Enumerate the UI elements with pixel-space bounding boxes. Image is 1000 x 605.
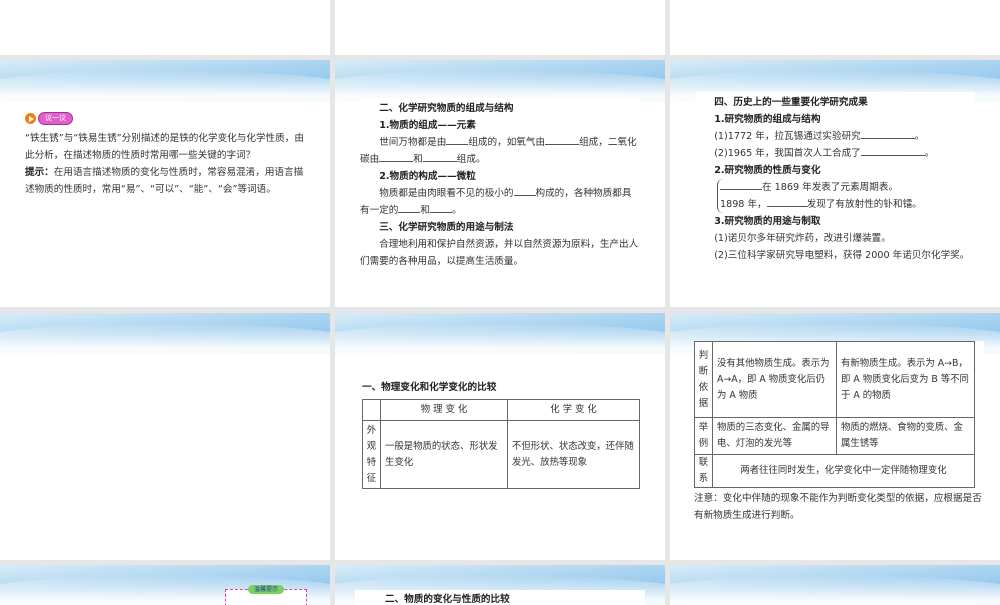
badge-label: 议一议 [38,112,73,125]
discuss-badge: 议一议 [25,112,73,125]
row-label: 举例 [694,417,713,455]
item: (2)1965 年，我国首次人工合成了。 [695,145,975,162]
slide-2[interactable] [335,0,665,55]
brace-group: 在 1869 年发表了元素周期表。 1898 年， 发现了有放射性的钋和镭。 [717,179,975,213]
header-cell: 物 理 变 化 [380,399,508,421]
heading: 二、化学研究物质的组成与结构 [379,103,514,114]
slide-4[interactable]: 议一议 “铁生锈”与“铁易生锈”分别描述的是铁的化学变化与化学性质，由此分析，在… [0,60,330,307]
slide-header-band [670,565,1000,605]
tip-label: 温馨提示 [248,585,284,594]
slide-6[interactable]: 四、历史上的一些重要化学研究成果 1.研究物质的组成与结构 (1)1772 年，… [670,60,1000,307]
hint-text: 提示：在用语言描述物质的变化与性质时，常容易混淆，用语言描述物质的性质时，常用“… [25,164,310,198]
slide-5[interactable]: 二、化学研究物质的组成与结构 1.物质的组成——元素 世间万物都是由 组成的，如氧… [335,60,665,307]
slide-8[interactable]: 一、物理变化和化学变化的比较 物 理 变 化化 学 变 化 外观特征 一般是物质的… [335,313,665,560]
table-cell: 没有其他物质生成。表示为 A→A，即 A 物质变化后仍为 A 物质 [712,341,837,418]
row-label: 外观特征 [362,420,381,489]
comparison-table: 物 理 变 化化 学 变 化 外观特征 一般是物质的状态、形状发生变化 不但形状、状… [362,399,640,489]
play-icon [25,113,36,124]
paragraph: 世间万物都是由 组成的，如氧气由 组成，二氧化碳由和组成。 [360,134,640,168]
comparison-table-continued: 判断依据 没有其他物质生成。表示为 A→A，即 A 物质变化后仍为 A 物质 有新物… [694,341,975,488]
tip-box: 温馨提示 [225,585,307,605]
slide-7[interactable] [0,313,330,560]
table-cell: 不但形状、状态改变，还伴随发光、放热等现象 [507,420,640,489]
heading: 三、化学研究物质的用途与制法 [379,222,514,233]
subheading: 2.物质的构成——微粒 [379,171,476,182]
row-label: 联系 [694,454,713,488]
table-row: 物 理 变 化化 学 变 化 [362,399,640,421]
table-cell: 有新物质生成。表示为 A→B，即 A 物质变化后变为 B 等不同于 A 的物质 [836,341,975,418]
item: (1)诺贝尔多年研究炸药，改进引爆装置。 [714,233,891,244]
header-cell: 化 学 变 化 [507,399,640,421]
slide-1[interactable] [0,0,330,55]
hint-label: 提示： [25,167,54,178]
table-row: 举例 物质的三态变化、金属的导电、灯泡的发光等 物质的燃烧、食物的变质、金属生锈等 [694,417,975,455]
question-text: “铁生锈”与“铁易生锈”分别描述的是铁的化学变化与化学性质，由此分析，在描述物质… [25,133,304,161]
subheading: 1.研究物质的组成与结构 [714,114,821,125]
table-row: 判断依据 没有其他物质生成。表示为 A→A，即 A 物质变化后仍为 A 物质 有新物… [694,341,975,418]
table-cell: 物质的燃烧、食物的变质、金属生锈等 [836,417,975,455]
slide-10[interactable]: 温馨提示 [0,565,330,605]
slide-header-band [335,313,665,383]
slide-header-band [0,313,330,383]
table-cell: 两者往往同时发生，化学变化中一定伴随物理变化 [712,454,975,488]
hint-body: 在用语言描述物质的变化与性质时，常容易混淆，用语言描述物质的性质时，常用“易”、… [25,167,304,195]
heading: 四、历史上的一些重要化学研究成果 [714,97,868,108]
slide-header-band [335,60,665,130]
subheading: 2.研究物质的性质与变化 [714,165,821,176]
slide-12[interactable] [670,565,1000,605]
subheading: 1.物质的组成——元素 [379,120,476,131]
item: (1)1772 年，拉瓦锡通过实验研究。 [695,128,975,145]
paragraph: 合理地利用和保护自然资源，并以自然资源为原料，生产出人们需要的各种用品，以提高生… [360,239,639,267]
slide-title: 二、物质的变化与性质的比较 [385,594,510,605]
row-label: 判断依据 [694,341,713,418]
slide-9[interactable]: 判断依据 没有其他物质生成。表示为 A→A，即 A 物质变化后仍为 A 物质 有新物… [670,313,1000,560]
table-title: 一、物理变化和化学变化的比较 [362,382,497,393]
table-cell: 一般是物质的状态、形状发生变化 [380,420,508,489]
item: (2)三位科学家研究导电塑料，获得 2000 年诺贝尔化学奖。 [714,250,970,261]
slide-header-band [0,60,330,130]
slide-11[interactable]: 二、物质的变化与性质的比较 [335,565,665,605]
paragraph: 物质都是由肉眼看不见的极小的 构成的，各种物质都具有一定的和。 [360,185,640,219]
table-row: 联系 两者往往同时发生，化学变化中一定伴随物理变化 [694,454,975,488]
note-text: 注意：变化中伴随的现象不能作为判断变化类型的依据，应根据是否有新物质生成进行判断… [694,493,982,521]
subheading: 3.研究物质的用途与制取 [714,216,821,227]
slide-3[interactable] [670,0,1000,55]
table-row: 外观特征 一般是物质的状态、形状发生变化 不但形状、状态改变，还伴随发光、放热等现象 [362,420,640,489]
table-cell: 物质的三态变化、金属的导电、灯泡的发光等 [712,417,837,455]
